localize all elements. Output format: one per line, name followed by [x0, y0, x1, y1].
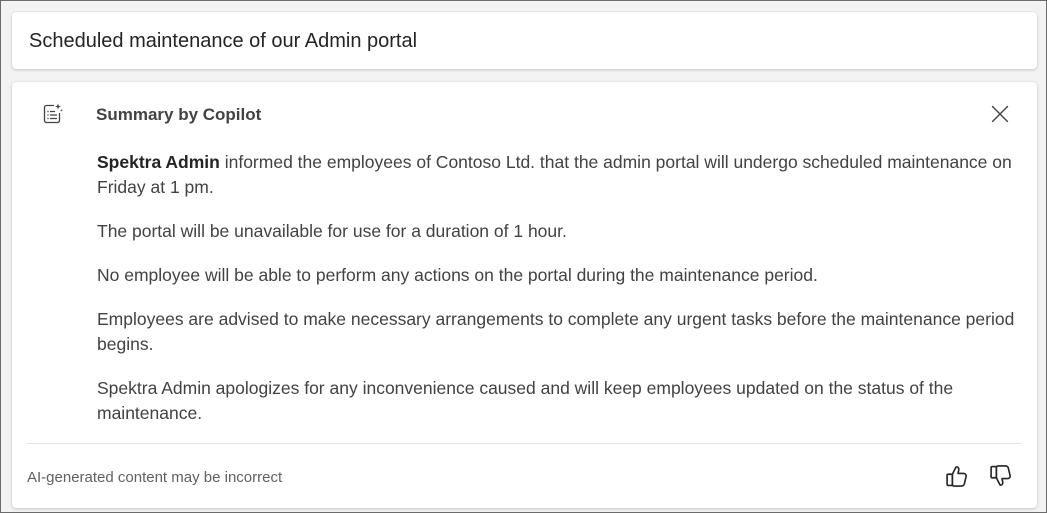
- close-icon[interactable]: [988, 102, 1012, 126]
- thumbs-up-icon[interactable]: [943, 462, 971, 490]
- window-frame: Scheduled maintenance of our Admin porta…: [0, 0, 1047, 513]
- thumbs-down-icon[interactable]: [987, 462, 1015, 490]
- summary-paragraph: Spektra Admin apologizes for any inconve…: [97, 378, 954, 423]
- subject-title: Scheduled maintenance of our Admin porta…: [29, 30, 418, 52]
- copilot-summary-icon: [43, 103, 63, 124]
- summary-heading: Summary by Copilot: [96, 105, 262, 124]
- copilot-summary-card: Summary by Copilot Spektra Admin informe…: [12, 82, 1037, 508]
- footer-divider: [27, 443, 1022, 444]
- subject-header-card: Scheduled maintenance of our Admin porta…: [12, 12, 1037, 69]
- summary-paragraph: The portal will be unavailable for use f…: [97, 221, 567, 241]
- summary-paragraph: No employee will be able to perform any …: [97, 265, 818, 285]
- ai-disclaimer: AI-generated content may be incorrect: [27, 469, 283, 486]
- sender-name: Spektra Admin: [97, 152, 220, 172]
- summary-paragraph: Spektra Admin informed the employees of …: [97, 152, 1012, 197]
- summary-paragraph: Employees are advised to make necessary …: [97, 309, 1015, 354]
- summary-body: Spektra Admin informed the employees of …: [97, 150, 1027, 445]
